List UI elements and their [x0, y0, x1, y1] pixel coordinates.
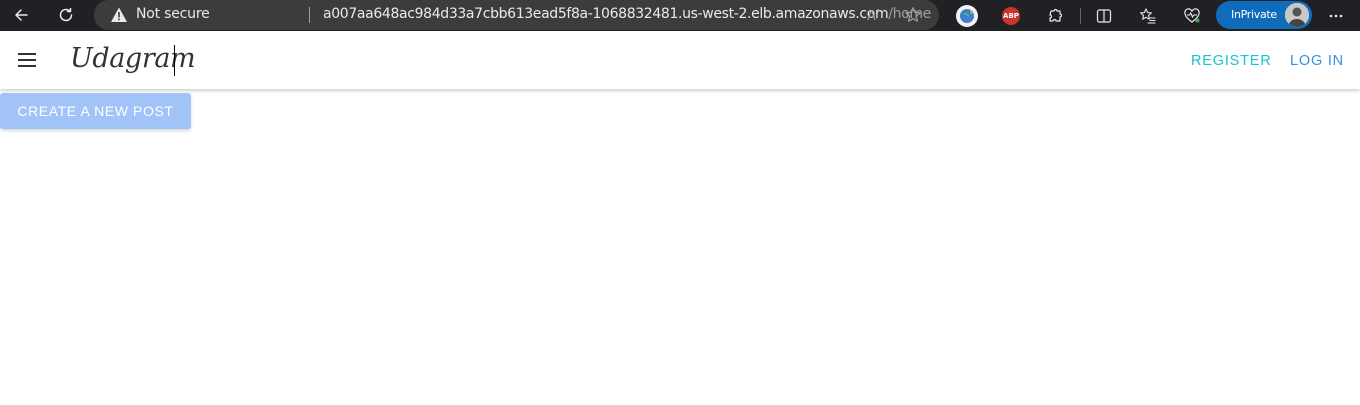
menu-icon[interactable]: [12, 45, 42, 75]
extensions-icon[interactable]: [1043, 4, 1067, 28]
inprivate-profile-button[interactable]: InPrivate: [1216, 1, 1312, 29]
split-screen-icon[interactable]: [1092, 4, 1116, 28]
back-icon[interactable]: [7, 2, 35, 28]
create-post-button[interactable]: CREATE A NEW POST: [0, 93, 191, 129]
warning-icon[interactable]: [110, 6, 128, 24]
adblock-badge: ABP: [1002, 7, 1020, 25]
text-caret: [174, 45, 175, 76]
refresh-icon[interactable]: [52, 2, 80, 28]
browser-toolbar: Not secure a007aa648ac984d33a7cbb613ead5…: [0, 0, 1360, 31]
avatar: [1285, 3, 1309, 27]
read-aloud-icon[interactable]: A: [864, 5, 884, 25]
security-status-label[interactable]: Not secure: [136, 6, 210, 22]
url-host: a007aa648ac984d33a7cbb613ead5f8a-1068832…: [323, 6, 889, 22]
brand-logo[interactable]: Udagram: [70, 43, 196, 74]
address-bar[interactable]: Not secure a007aa648ac984d33a7cbb613ead5…: [94, 0, 939, 30]
url-text[interactable]: a007aa648ac984d33a7cbb613ead5f8a-1068832…: [323, 6, 931, 22]
address-separator: [309, 7, 310, 23]
toolbar-separator: [1080, 8, 1081, 24]
register-link[interactable]: REGISTER: [1191, 53, 1272, 69]
favorite-star-icon[interactable]: [903, 5, 923, 25]
browser-essentials-icon[interactable]: [1180, 4, 1204, 28]
login-link[interactable]: LOG IN: [1290, 53, 1344, 69]
app-header: Udagram REGISTER LOG IN: [0, 31, 1360, 89]
favorites-icon[interactable]: [1136, 4, 1160, 28]
more-icon[interactable]: [1324, 4, 1348, 28]
extension-globe-badge: [956, 5, 978, 27]
extension-globe-icon[interactable]: [955, 4, 979, 28]
adblock-icon[interactable]: ABP: [999, 4, 1023, 28]
svg-text:A: A: [867, 9, 876, 24]
inprivate-label: InPrivate: [1231, 8, 1277, 21]
